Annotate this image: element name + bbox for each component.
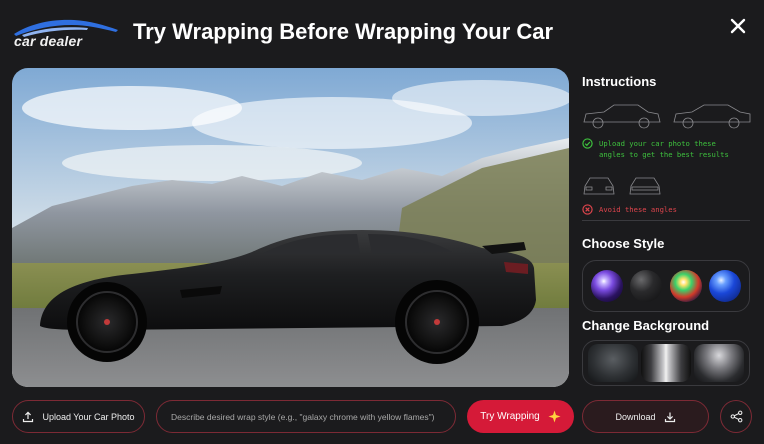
download-icon [664, 412, 675, 422]
avoid-angles-illustration [583, 177, 661, 195]
divider [582, 220, 750, 221]
choose-style-heading: Choose Style [582, 236, 665, 251]
check-circle-icon [582, 138, 593, 149]
recommended-note-line1: Upload your car photo these [599, 139, 716, 148]
avoid-note-text: Avoid these angles [599, 205, 677, 214]
sparkle-icon [548, 410, 561, 423]
download-label: Download [615, 411, 656, 422]
page-title: Try Wrapping Before Wrapping Your Car [133, 19, 554, 44]
recommended-note: Upload your car photo these angles to ge… [582, 138, 729, 160]
background-thumb-rocky-terrain[interactable] [587, 344, 638, 382]
car-scene [12, 68, 569, 387]
background-picker [582, 340, 750, 386]
recommended-note-line2: angles to get the best results [599, 150, 729, 159]
style-swatch-blue-chrome[interactable] [709, 270, 742, 302]
share-icon [730, 410, 742, 423]
upload-icon [23, 411, 34, 422]
try-wrapping-label: Try Wrapping [480, 411, 540, 422]
close-icon[interactable] [728, 16, 748, 36]
download-button[interactable]: Download [582, 400, 709, 433]
wrap-style-prompt-input[interactable] [156, 400, 456, 433]
avoid-note: Avoid these angles [582, 204, 677, 215]
app-window: car dealer Try Wrapping Before Wrapping … [0, 0, 764, 444]
change-background-heading: Change Background [582, 318, 710, 333]
style-swatch-purple-chrome[interactable] [590, 270, 623, 302]
background-thumb-garage[interactable] [694, 344, 745, 382]
share-button[interactable] [720, 400, 752, 433]
recommended-angles-illustration [583, 104, 751, 129]
car-preview-image [12, 68, 569, 387]
upload-photo-label: Upload Your Car Photo [42, 411, 135, 422]
logo-text: car dealer [14, 33, 83, 49]
background-thumb-tunnel[interactable] [640, 344, 691, 382]
upload-photo-button[interactable]: Upload Your Car Photo [12, 400, 145, 433]
x-circle-icon [582, 204, 593, 215]
try-wrapping-button[interactable]: Try Wrapping [467, 400, 574, 433]
instructions-heading: Instructions [582, 74, 657, 89]
style-picker [582, 260, 750, 312]
style-swatch-rainbow-chrome[interactable] [669, 270, 702, 302]
style-swatch-matte-black[interactable] [630, 270, 663, 302]
